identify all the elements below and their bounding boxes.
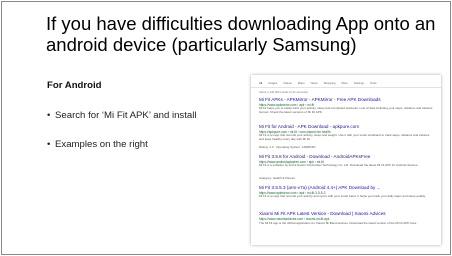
search-result: Mi Fit APKs - APKMirror - APKMirror - Fr… [259,97,435,119]
tab-divider [251,87,441,88]
search-tabs: All Images Videos Maps News Shopping Mor… [259,81,376,85]
bullet-dot-icon: • [47,139,51,150]
bullet-item: • Search for ‘Mi Fit APK’ and install [47,110,197,121]
slide-title: If you have difficulties downloading App… [46,13,436,55]
search-result: Mi Fit 3.5.5.3 (arm-v7a) (Android 4.4+) … [259,185,435,207]
result-snippet: The Mi Fit app is the official applicati… [259,221,418,225]
search-tab: Images [268,81,278,85]
result-meta: Category: Health & Fitness [259,175,295,180]
search-result: Xiaomi Mi Fit APK Latest Version - Downl… [259,211,435,233]
search-tab: Tools [369,81,377,85]
search-tab: Settings [353,81,364,85]
bullet-dot-icon: • [47,110,51,121]
search-result: Mi Fit for Android - APK Download - apkp… [259,124,435,150]
bullet-list: • Search for ‘Mi Fit APK’ and install • Ex… [47,110,196,168]
search-tab: Videos [283,81,292,85]
result-stats: About 2,140,000 results (0.41 seconds) [259,90,308,94]
result-snippet: Mi Fit is a software by Anhui Huami Info… [259,164,419,168]
search-tab: News [310,81,318,85]
search-result: Mi Fit 3.5.8 for Android - Download - An… [259,154,435,180]
search-tab: Shopping [323,81,336,85]
result-list: Mi Fit APKs - APKMirror - APKMirror - Fr… [259,97,435,238]
search-tab: Maps [297,81,305,85]
search-tab: All [259,81,263,85]
result-meta: Rating: 4.3 · Operating System: ANDROID [259,145,316,150]
search-results-screenshot: All Images Videos Maps News Shopping Mor… [251,75,441,245]
slide-subtitle: For Android [47,80,102,91]
result-snippet: Mi Fit is an app that records your activ… [259,133,430,141]
bullet-item: • Examples on the right [47,139,148,150]
search-tab: More [341,81,348,85]
result-snippet: Mi Fit is an app that records your activ… [259,194,426,198]
result-snippet: Mi Fit helps you to easily track your ac… [259,107,433,114]
